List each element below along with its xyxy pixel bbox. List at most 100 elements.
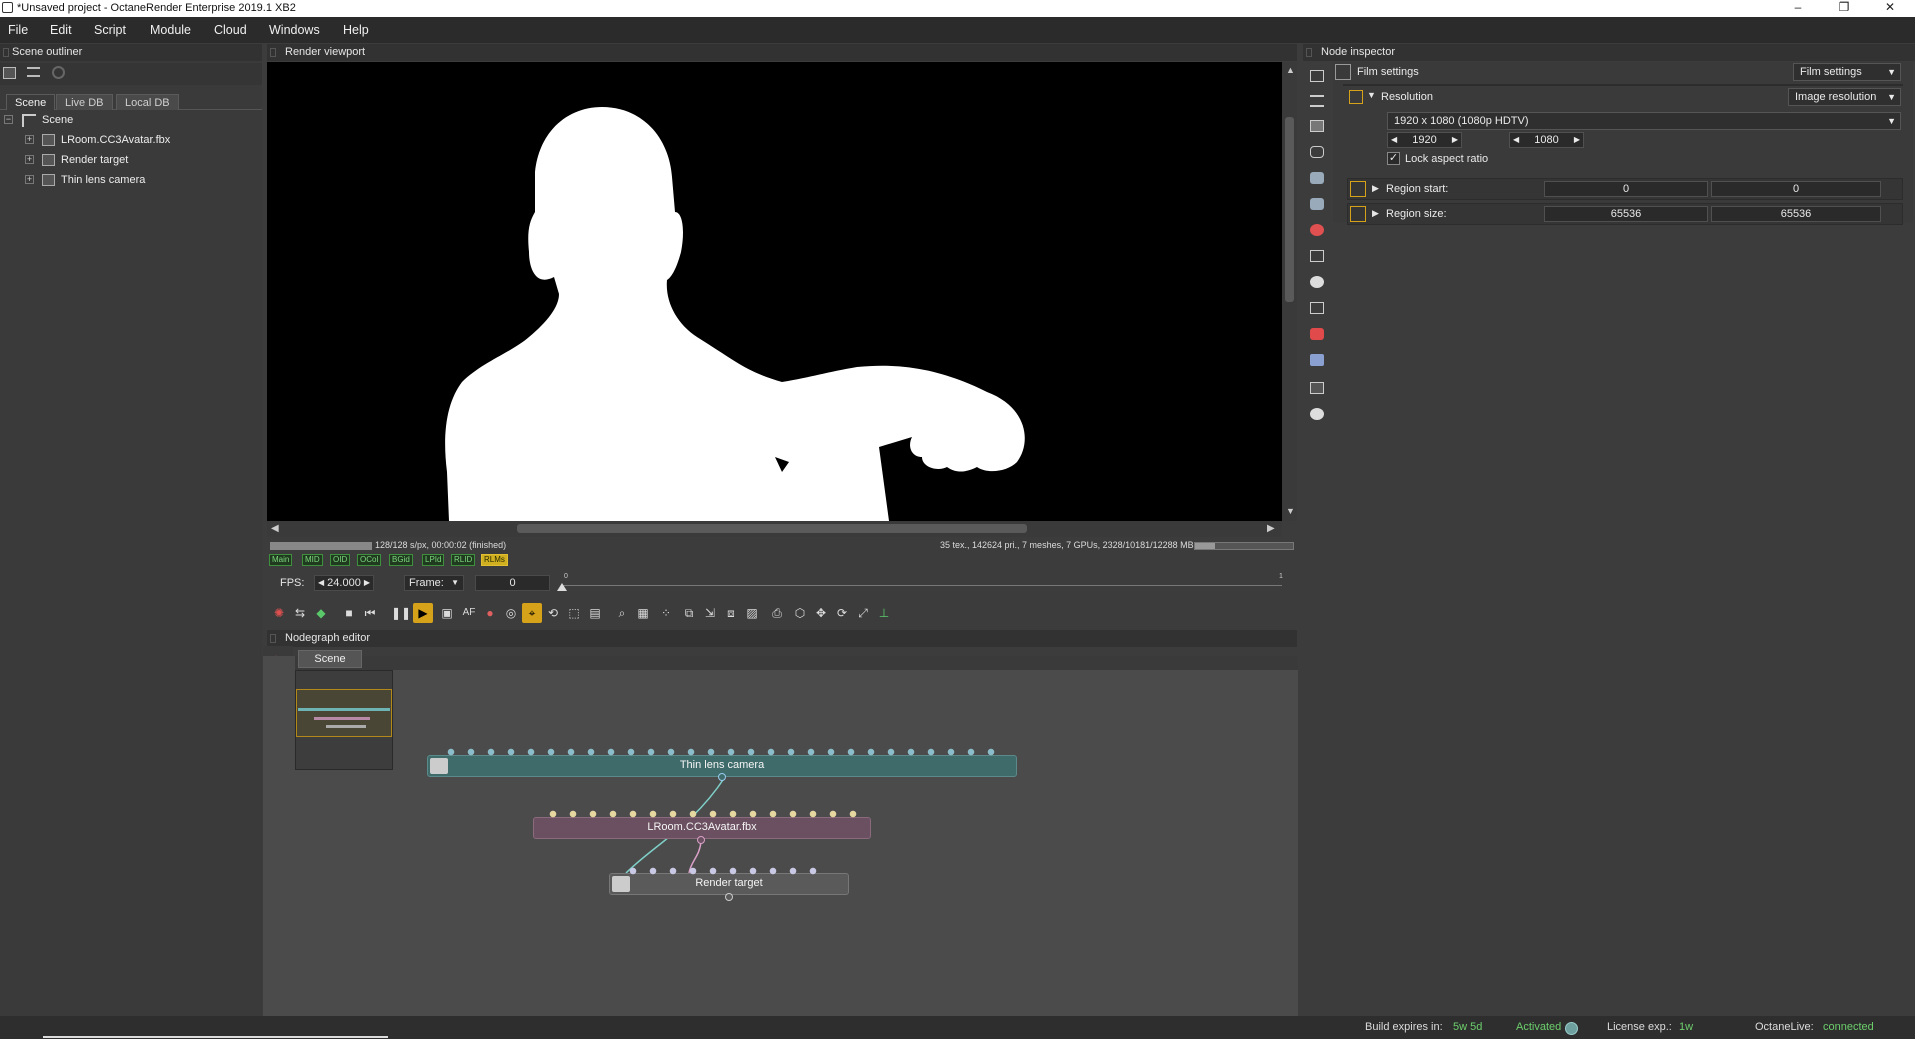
scroll-up-icon[interactable]: ▲ xyxy=(1286,65,1295,75)
node-name[interactable]: Film settings xyxy=(1357,62,1419,82)
resolution-type-select[interactable]: Image resolution ▼ xyxy=(1788,88,1901,106)
expand-icon[interactable]: + xyxy=(25,135,34,144)
pass-bgid[interactable]: BGid xyxy=(389,554,413,566)
panel-grip-icon[interactable] xyxy=(270,48,276,57)
pass-rlid[interactable]: RLID xyxy=(451,554,476,566)
pin-icon[interactable] xyxy=(1349,90,1363,104)
collapse-all-icon[interactable] xyxy=(27,67,40,77)
expand-icon[interactable]: + xyxy=(25,175,34,184)
region-size-x[interactable]: 65536 xyxy=(1544,206,1708,222)
menu-script[interactable]: Script xyxy=(94,23,126,37)
pause-render-icon[interactable]: ❚❚ xyxy=(391,603,411,623)
lock-aspect-checkbox[interactable]: ✓ xyxy=(1387,152,1400,165)
tree-item-render-target[interactable]: + Render target xyxy=(25,151,255,169)
viewport-horizontal-scrollbar[interactable]: ◀ ▶ xyxy=(267,521,1282,537)
pass-rlms[interactable]: RLMs xyxy=(481,554,508,566)
region-size-y[interactable]: 65536 xyxy=(1711,206,1881,222)
film-settings-icon[interactable] xyxy=(1310,250,1324,262)
scroll-down-icon[interactable]: ▼ xyxy=(1286,506,1295,516)
render-viewport[interactable] xyxy=(267,62,1282,521)
start-render-icon[interactable]: ▶ xyxy=(413,603,433,623)
postprocess-icon[interactable] xyxy=(1310,172,1324,184)
fps-field[interactable]: ◀ 24.000 ▶ xyxy=(314,575,374,591)
export-icon[interactable]: ⇲ xyxy=(700,603,720,623)
timeline-track[interactable] xyxy=(562,585,1282,586)
realtime-icon[interactable]: ▣ xyxy=(437,603,457,623)
menu-file[interactable]: File xyxy=(8,23,28,37)
expand-icon[interactable]: ▶ xyxy=(1372,208,1379,219)
scroll-thumb[interactable] xyxy=(1285,117,1294,302)
tab-local-db[interactable]: Local DB xyxy=(116,94,179,110)
render-region-icon[interactable]: ⌕ xyxy=(612,603,632,623)
tree-item-scene[interactable]: − Scene xyxy=(4,111,254,129)
nodegraph-canvas[interactable]: Scene Thin lens camera LRoom.CC3Avatar.f… xyxy=(263,650,1298,1016)
menu-module[interactable]: Module xyxy=(150,23,191,37)
image-icon[interactable] xyxy=(1310,382,1324,394)
camera-input-pins[interactable] xyxy=(441,748,1001,756)
imager-icon[interactable] xyxy=(1310,146,1324,158)
camera-tab-icon[interactable] xyxy=(1310,95,1324,107)
tree-item-mesh[interactable]: + LRoom.CC3Avatar.fbx xyxy=(25,131,255,149)
kernel-icon[interactable] xyxy=(1310,198,1324,210)
render-passes-icon[interactable] xyxy=(1310,328,1324,340)
scale-icon[interactable]: ⤢ xyxy=(853,603,873,623)
animation-icon[interactable] xyxy=(1310,276,1324,288)
render-layer-icon[interactable] xyxy=(1310,302,1324,314)
crop-region-icon[interactable]: ⬚ xyxy=(564,603,584,623)
close-button[interactable]: ✕ xyxy=(1867,0,1913,17)
panel-grip-icon[interactable] xyxy=(270,634,276,643)
tab-live-db[interactable]: Live DB xyxy=(56,94,113,110)
region-start-x[interactable]: 0 xyxy=(1544,181,1708,197)
lock-viewport-icon[interactable]: ⁘ xyxy=(656,603,676,623)
timeline-handle[interactable] xyxy=(557,583,567,591)
cube-icon[interactable]: ⬡ xyxy=(790,603,810,623)
frame-field[interactable]: 0 xyxy=(475,575,550,591)
clay-mode-icon[interactable]: ⇆ xyxy=(290,603,310,623)
restart-render-icon[interactable]: ⏮ xyxy=(360,603,380,623)
geometry-icon[interactable] xyxy=(1310,224,1324,236)
pin-icon[interactable] xyxy=(1350,206,1366,222)
light-icon[interactable] xyxy=(1310,408,1324,420)
render-target-icon[interactable] xyxy=(1310,70,1324,82)
panel-grip-icon[interactable] xyxy=(3,48,9,57)
collapse-icon[interactable]: − xyxy=(4,115,13,124)
refresh-icon[interactable] xyxy=(52,66,65,79)
tree-item-camera[interactable]: + Thin lens camera xyxy=(25,171,255,189)
stop-render-icon[interactable]: ■ xyxy=(339,603,359,623)
expand-icon[interactable]: + xyxy=(25,155,34,164)
white-balance-icon[interactable]: ⟲ xyxy=(543,603,563,623)
minimize-button[interactable]: – xyxy=(1775,0,1821,17)
denoiser-icon[interactable]: ▨ xyxy=(742,603,762,623)
layers-icon[interactable]: ⧈ xyxy=(721,603,741,623)
height-field[interactable]: ◀ 1080 ▶ xyxy=(1509,132,1584,148)
collapse-icon[interactable]: ▼ xyxy=(1367,90,1376,100)
picker-icon[interactable]: ⎙ xyxy=(767,603,787,623)
film-region-icon[interactable]: ▤ xyxy=(585,603,605,623)
resolution-preset-select[interactable]: 1920 x 1080 (1080p HDTV) ▼ xyxy=(1387,112,1901,130)
panel-grip-icon[interactable] xyxy=(1306,48,1312,57)
output-aovs-icon[interactable] xyxy=(1310,354,1324,366)
viewport-vertical-scrollbar[interactable]: ▲ ▼ xyxy=(1282,62,1297,521)
region-start-y[interactable]: 0 xyxy=(1711,181,1881,197)
pass-mid[interactable]: MID xyxy=(302,554,323,566)
material-picker-icon[interactable]: ◎ xyxy=(501,603,521,623)
environment-icon[interactable] xyxy=(1310,120,1324,132)
scroll-left-icon[interactable]: ◀ xyxy=(271,523,279,534)
expand-all-icon[interactable] xyxy=(3,67,16,79)
focus-picker-icon[interactable]: ⌖ xyxy=(522,603,542,623)
axis-icon[interactable]: ⊥ xyxy=(874,603,894,623)
render-target-input-pins[interactable] xyxy=(623,867,823,875)
expand-icon[interactable]: ▶ xyxy=(1372,183,1379,194)
auto-focus-icon[interactable]: AF xyxy=(459,603,479,623)
node-render-target[interactable]: Render target xyxy=(609,873,849,895)
pass-lpid[interactable]: LPId xyxy=(422,554,445,566)
color-picker-icon[interactable]: ● xyxy=(480,603,500,623)
copy-icon[interactable]: ⧉ xyxy=(679,603,699,623)
rotate-icon[interactable]: ⟳ xyxy=(832,603,852,623)
menu-edit[interactable]: Edit xyxy=(50,23,72,37)
width-field[interactable]: ◀ 1920 ▶ xyxy=(1387,132,1462,148)
scroll-right-icon[interactable]: ▶ xyxy=(1267,523,1275,534)
render-target-output-pin[interactable] xyxy=(725,893,733,901)
restore-button[interactable]: ❐ xyxy=(1821,0,1867,17)
menu-cloud[interactable]: Cloud xyxy=(214,23,247,37)
